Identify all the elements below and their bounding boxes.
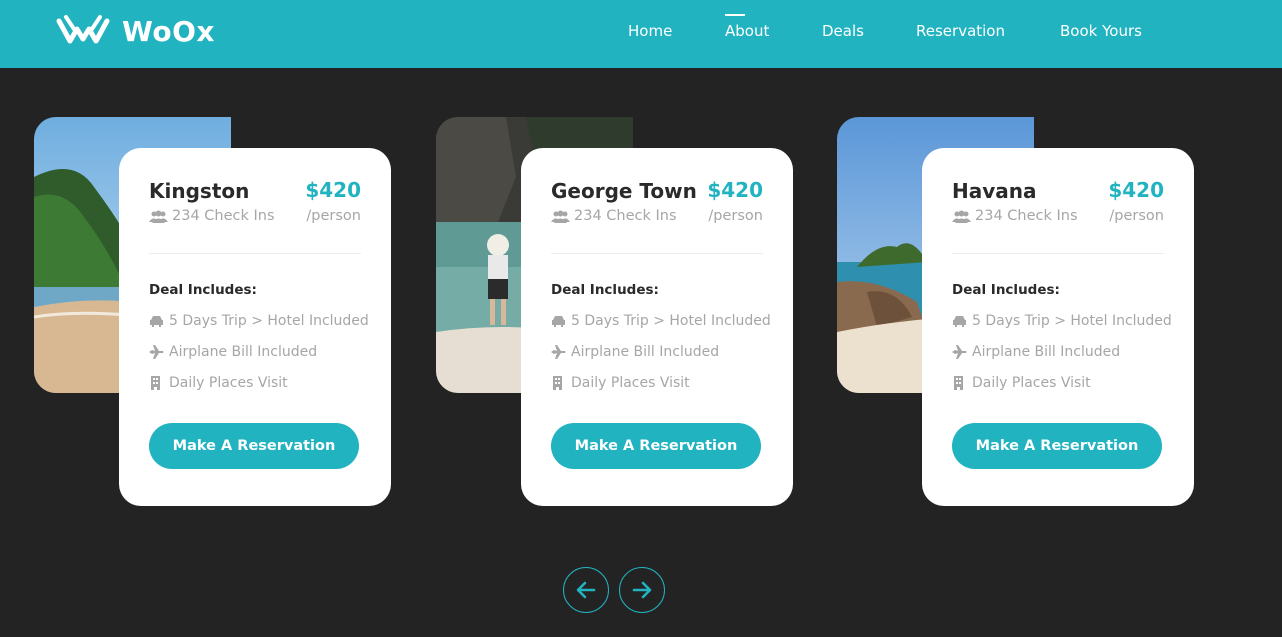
deal-city: Havana [952,179,1037,203]
nav-home[interactable]: Home [628,22,672,40]
nav-about[interactable]: About [725,14,769,40]
deal-price: $420 [305,178,361,202]
nav-reservation[interactable]: Reservation [916,22,1005,40]
deal-city: Kingston [149,179,250,203]
users-icon [551,210,570,223]
arrow-right-icon [632,581,652,599]
feature-text: 5 Days Trip > Hotel Included [571,313,771,329]
plane-icon [551,345,566,359]
divider [551,253,763,254]
price-unit: /person [708,208,763,224]
deal-card-george-town: George Town $420 234 Check Ins /person D… [436,117,816,517]
deal-price: $420 [1108,178,1164,202]
checkins-text: 234 Check Ins [172,208,275,224]
deal-info-card: Havana $420 234 Check Ins /person Deal I… [922,148,1194,506]
deal-includes-label: Deal Includes: [551,282,659,298]
divider [149,253,361,254]
feature-text: Airplane Bill Included [169,344,318,360]
arrow-left-icon [576,581,596,599]
deal-price: $420 [707,178,763,202]
make-reservation-button[interactable]: Make A Reservation [551,423,761,469]
deal-city: George Town [551,179,697,203]
feature-text: Airplane Bill Included [972,344,1121,360]
carousel-prev-button[interactable] [563,567,609,613]
feature-text: Daily Places Visit [169,375,288,391]
deal-includes-label: Deal Includes: [149,282,257,298]
plane-icon [952,345,967,359]
building-icon [954,376,963,390]
users-icon [952,210,971,223]
deal-checkins: 234 Check Ins [551,208,677,224]
feature-text: 5 Days Trip > Hotel Included [169,313,369,329]
price-unit: /person [1109,208,1164,224]
car-icon [150,316,163,327]
divider [952,253,1164,254]
make-reservation-button[interactable]: Make A Reservation [952,423,1162,469]
feature-airplane: Airplane Bill Included [149,344,317,360]
deal-info-card: George Town $420 234 Check Ins /person D… [521,148,793,506]
feature-places: Daily Places Visit [952,375,1091,391]
make-reservation-button[interactable]: Make A Reservation [149,423,359,469]
feature-text: Airplane Bill Included [571,344,720,360]
feature-text: Daily Places Visit [571,375,690,391]
plane-icon [149,345,164,359]
header: WoOx Home About Deals Reservation Book Y… [0,0,1282,68]
checkins-text: 234 Check Ins [975,208,1078,224]
feature-text: Daily Places Visit [972,375,1091,391]
users-icon [149,210,168,223]
car-icon [552,316,565,327]
feature-places: Daily Places Visit [551,375,690,391]
deal-checkins: 234 Check Ins [149,208,275,224]
deal-card-havana: Havana $420 234 Check Ins /person Deal I… [837,117,1217,517]
feature-places: Daily Places Visit [149,375,288,391]
price-unit: /person [306,208,361,224]
feature-text: 5 Days Trip > Hotel Included [972,313,1172,329]
checkins-text: 234 Check Ins [574,208,677,224]
feature-trip: 5 Days Trip > Hotel Included [551,313,771,329]
carousel-next-button[interactable] [619,567,665,613]
building-icon [553,376,562,390]
car-icon [953,316,966,327]
deal-info-card: Kingston $420 234 Check Ins /person Deal… [119,148,391,506]
building-icon [151,376,160,390]
feature-airplane: Airplane Bill Included [551,344,719,360]
deal-checkins: 234 Check Ins [952,208,1078,224]
deal-card-kingston: Kingston $420 234 Check Ins /person Deal… [34,117,414,517]
feature-trip: 5 Days Trip > Hotel Included [952,313,1172,329]
main-nav: Home About Deals Reservation Book Yours [0,0,1282,68]
nav-book-yours[interactable]: Book Yours [1060,22,1142,40]
deal-includes-label: Deal Includes: [952,282,1060,298]
feature-airplane: Airplane Bill Included [952,344,1120,360]
feature-trip: 5 Days Trip > Hotel Included [149,313,369,329]
nav-deals[interactable]: Deals [822,22,864,40]
